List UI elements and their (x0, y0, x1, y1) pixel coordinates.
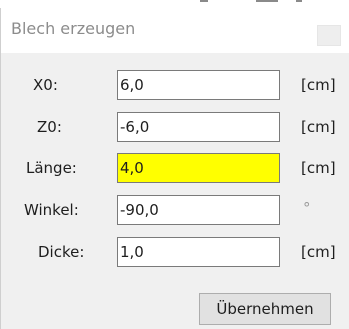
dicke-input[interactable] (117, 237, 280, 267)
row-z0: Z0: [cm] (1, 112, 349, 148)
winkel-input[interactable] (117, 195, 280, 225)
x0-label: X0: (33, 76, 58, 94)
z0-unit: [cm] (301, 118, 336, 136)
apply-button[interactable]: Übernehmen (199, 293, 331, 325)
x0-unit: [cm] (301, 76, 336, 94)
winkel-unit: ° (303, 199, 311, 217)
dialog-title: Blech erzeugen (11, 19, 136, 38)
laenge-input[interactable] (117, 153, 280, 183)
close-button[interactable] (317, 25, 341, 46)
title-bar[interactable]: Blech erzeugen (1, 8, 349, 50)
row-x0: X0: [cm] (1, 70, 349, 106)
cropped-window-edge (200, 0, 320, 4)
row-winkel: Winkel: ° (1, 195, 349, 231)
z0-input[interactable] (117, 112, 280, 142)
winkel-label: Winkel: (24, 201, 79, 219)
dialog-body: X0: [cm] Z0: [cm] Länge: [cm] Winkel: ° (1, 53, 349, 329)
laenge-unit: [cm] (301, 159, 336, 177)
dicke-unit: [cm] (301, 243, 336, 261)
z0-label: Z0: (37, 118, 62, 136)
dialog-window: Blech erzeugen X0: [cm] Z0: [cm] Länge: … (0, 8, 349, 329)
dicke-label: Dicke: (38, 243, 85, 261)
x0-input[interactable] (117, 70, 280, 100)
laenge-label: Länge: (26, 159, 77, 177)
row-dicke: Dicke: [cm] (1, 237, 349, 273)
page: Blech erzeugen X0: [cm] Z0: [cm] Länge: … (0, 0, 349, 329)
row-laenge: Länge: [cm] (1, 153, 349, 189)
